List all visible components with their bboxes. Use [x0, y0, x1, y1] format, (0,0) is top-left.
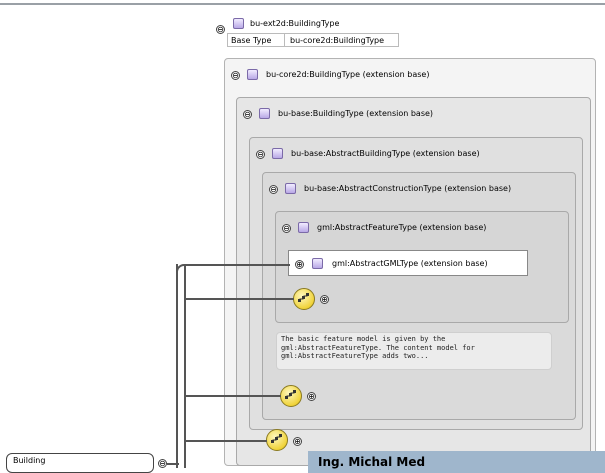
type-icon: [312, 258, 323, 269]
author-banner: Ing. Michal Med: [308, 451, 605, 473]
sequence-icon[interactable]: [266, 429, 288, 451]
expand-icon[interactable]: ⊕: [293, 437, 302, 446]
collapse-icon[interactable]: ⊖: [158, 459, 167, 468]
type-label-abstract-gml: gml:AbstractGMLType (extension base): [332, 259, 488, 268]
collapse-icon[interactable]: ⊖: [256, 150, 265, 159]
base-type-value: bu-core2d:BuildingType: [290, 36, 385, 45]
building-label: Building: [13, 456, 46, 465]
connector-line: [186, 264, 290, 266]
element-type-icon: [233, 18, 244, 29]
expand-icon[interactable]: ⊕: [320, 295, 329, 304]
type-icon: [247, 69, 258, 80]
connector-line: [184, 264, 186, 468]
annotation-line: gml:AbstractFeatureType adds two...: [281, 352, 429, 360]
author-name: Ing. Michal Med: [318, 455, 426, 469]
base-type-label: Base Type: [231, 36, 272, 45]
collapse-icon[interactable]: ⊖: [282, 224, 291, 233]
connector-line: [167, 463, 179, 465]
expand-icon[interactable]: ⊕: [307, 392, 316, 401]
sequence-icon[interactable]: [280, 385, 302, 407]
type-label-abstract-construction: bu-base:AbstractConstructionType (extens…: [304, 184, 512, 193]
element-name: bu-ext2d:BuildingType: [250, 19, 340, 28]
type-icon: [272, 148, 283, 159]
base-type-row: Base Type bu-core2d:BuildingType: [227, 33, 399, 47]
sequence-icon[interactable]: [293, 288, 315, 310]
building-element-node[interactable]: Building: [6, 453, 154, 473]
annotation-note: The basic feature model is given by the …: [276, 332, 552, 370]
connector-line: [186, 440, 267, 442]
expand-icon[interactable]: ⊕: [295, 260, 304, 269]
connector-line: [176, 264, 178, 468]
type-label-base-building: bu-base:BuildingType (extension base): [278, 109, 434, 118]
collapse-icon[interactable]: ⊖: [243, 110, 252, 119]
collapse-icon[interactable]: ⊖: [269, 185, 278, 194]
type-label-abstract-feature: gml:AbstractFeatureType (extension base): [317, 223, 487, 232]
type-icon: [285, 183, 296, 194]
type-icon: [298, 222, 309, 233]
type-icon: [259, 108, 270, 119]
collapse-icon[interactable]: ⊖: [231, 71, 240, 80]
top-divider: [0, 3, 605, 5]
type-label-abstract-building: bu-base:AbstractBuildingType (extension …: [291, 149, 480, 158]
type-label-core2d: bu-core2d:BuildingType (extension base): [266, 70, 430, 79]
collapse-icon[interactable]: ⊖: [216, 25, 225, 34]
connector-line: [186, 395, 281, 397]
annotation-line: gml:AbstractFeatureType. The content mod…: [281, 343, 475, 352]
connector-line: [186, 298, 294, 300]
annotation-line: The basic feature model is given by the: [281, 335, 446, 343]
